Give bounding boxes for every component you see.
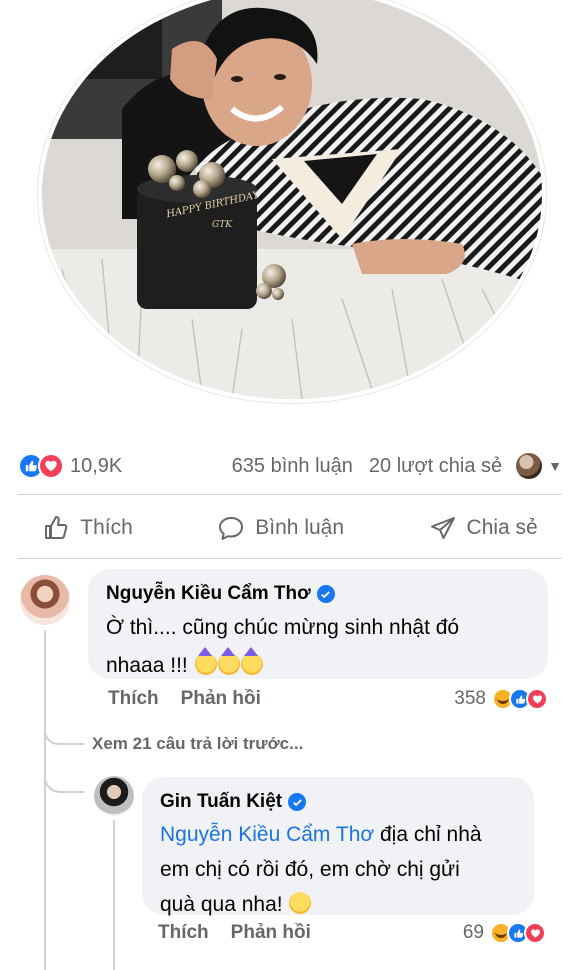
reply-text: Nguyễn Kiều Cẩm Thơ địa chỉ nhà em chị c…: [160, 817, 518, 922]
viewer-avatar[interactable]: [516, 453, 543, 479]
party-face-emoji-icon: [194, 647, 217, 675]
reaction-count: 10,9K: [70, 454, 123, 477]
verified-badge-icon: [316, 585, 335, 603]
comment-text: Ờ thì.... cũng chúc mừng sinh nhật đó nh…: [106, 609, 532, 685]
love-reaction-icon: [526, 688, 548, 710]
comment-reply-button[interactable]: Phản hồi: [181, 688, 261, 710]
comment-text-line: Ờ thì.... cũng chúc mừng sinh nhật đó: [106, 616, 460, 639]
reply-author-name[interactable]: Gin Tuấn Kiệt: [160, 791, 282, 813]
comment-text-line: nhaaa !!!: [106, 654, 188, 677]
reply-meta: Thích Phản hồi 69: [158, 922, 546, 944]
comment-reaction-count[interactable]: 358: [454, 688, 486, 710]
reply-text-segment: địa chỉ nhà: [374, 823, 482, 846]
reply-author[interactable]: Gin Tuấn Kiệt: [160, 789, 518, 815]
post-photo-area: HAPPY BIRTHDAY GTK: [0, 0, 580, 420]
comment-like-button[interactable]: Thích: [108, 688, 159, 710]
verified-badge-icon: [288, 793, 307, 811]
reply-bubble: Gin Tuấn Kiệt Nguyễn Kiều Cẩm Thơ địa ch…: [142, 777, 534, 916]
profile-photo-illustration: HAPPY BIRTHDAY GTK: [42, 0, 542, 399]
reply-like-button[interactable]: Thích: [158, 922, 209, 944]
thumbs-up-icon: [45, 516, 68, 539]
reply-text-line: em chị có rồi đó, em chờ chị gửi: [160, 858, 460, 881]
like-button[interactable]: Thích: [42, 514, 133, 542]
mention-link[interactable]: Nguyễn Kiều Cẩm Thơ: [160, 823, 374, 846]
avatar[interactable]: [20, 575, 70, 625]
comment-author-name[interactable]: Nguyễn Kiều Cẩm Thơ: [106, 583, 311, 605]
party-face-emoji-icon: [240, 647, 263, 675]
share-count[interactable]: 20 lượt chia sẻ: [369, 455, 502, 478]
reply-reaction-count[interactable]: 69: [463, 922, 484, 944]
post-action-bar: Thích Bình luận Chia sẻ: [0, 500, 580, 556]
comment-button[interactable]: Bình luận: [217, 514, 344, 542]
view-previous-replies-link[interactable]: Xem 21 câu trả lời trước...: [92, 734, 303, 754]
post-stats-bar: 10,9K 635 bình luận 20 lượt chia sẻ ▼: [18, 448, 562, 484]
comment-text-line-2: nhaaa !!!: [106, 647, 532, 685]
comment-meta: Thích Phản hồi 358: [108, 688, 548, 710]
share-button-label: Chia sẻ: [466, 516, 538, 539]
comment-bubble: Nguyễn Kiều Cẩm Thơ Ờ thì.... cũng chúc …: [88, 569, 548, 679]
like-button-label: Thích: [80, 516, 133, 539]
comment-reactions[interactable]: [492, 688, 548, 710]
reply-reactions[interactable]: [490, 922, 546, 944]
thread-line: [44, 630, 46, 970]
love-reaction-icon: [38, 453, 64, 479]
reply-reply-button[interactable]: Phản hồi: [231, 922, 311, 944]
share-button[interactable]: Chia sẻ: [429, 514, 538, 542]
divider: [18, 558, 562, 559]
thread-connector: [44, 727, 84, 745]
smiling-face-emoji-icon: [289, 892, 312, 914]
share-icon: [430, 517, 455, 539]
svg-text:GTK: GTK: [212, 220, 233, 230]
thread-line: [113, 820, 115, 970]
reaction-summary[interactable]: 10,9K: [18, 453, 122, 479]
reply-text-line-1: Nguyễn Kiều Cẩm Thơ địa chỉ nhà: [160, 817, 518, 852]
comment-icon: [219, 517, 244, 540]
reply-text-line: quà qua nha!: [160, 893, 283, 916]
chevron-down-icon[interactable]: ▼: [548, 458, 562, 474]
party-face-emoji-icon: [217, 647, 240, 675]
profile-photo[interactable]: HAPPY BIRTHDAY GTK: [38, 0, 546, 403]
comment-author[interactable]: Nguyễn Kiều Cẩm Thơ: [106, 581, 532, 607]
comment-count[interactable]: 635 bình luận: [232, 455, 353, 478]
love-reaction-icon: [524, 922, 546, 944]
reply-text-line-3: quà qua nha!: [160, 887, 518, 922]
comment-button-label: Bình luận: [255, 516, 345, 539]
avatar[interactable]: [94, 776, 134, 816]
divider: [18, 494, 562, 495]
thread-connector: [44, 765, 84, 793]
